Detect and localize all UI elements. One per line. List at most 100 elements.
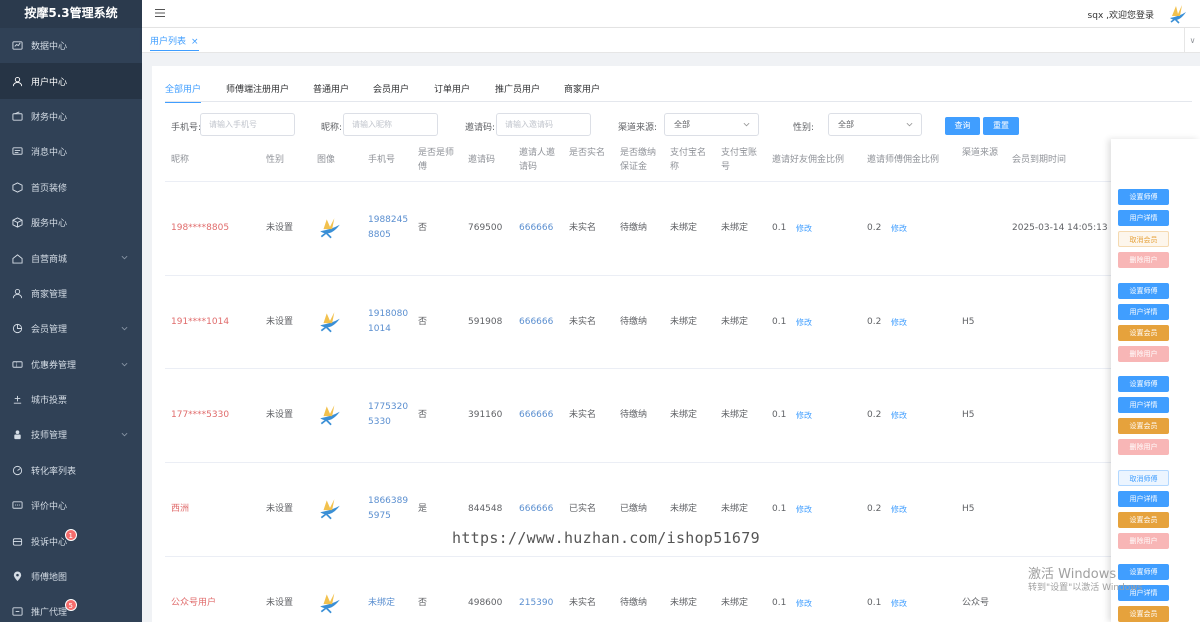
phone-cell[interactable]: 1988245 bbox=[368, 213, 408, 227]
edit-master-rate-link[interactable]: 修改 bbox=[891, 316, 907, 330]
action-button[interactable]: 设置会员 bbox=[1118, 325, 1169, 341]
sidebar-item-13[interactable]: 评价中心 bbox=[0, 488, 142, 523]
action-button[interactable]: 设置师傅 bbox=[1118, 376, 1169, 392]
edit-friend-rate-link[interactable]: 修改 bbox=[796, 503, 812, 517]
sidebar-item-11[interactable]: 技师管理 bbox=[0, 417, 142, 452]
edit-friend-rate-link[interactable]: 修改 bbox=[796, 316, 812, 330]
tab-user-type-0[interactable]: 全部用户 bbox=[165, 82, 202, 103]
edit-friend-rate-link[interactable]: 修改 bbox=[796, 597, 812, 611]
column-header-6: 邀请人邀请码 bbox=[519, 148, 556, 172]
sidebar-item-8[interactable]: 会员管理 bbox=[0, 311, 142, 346]
cube-icon bbox=[11, 217, 23, 229]
row-divider bbox=[165, 275, 1111, 276]
sidebar-item-label: 投诉中心 bbox=[31, 537, 68, 548]
edit-master-rate-link[interactable]: 修改 bbox=[891, 597, 907, 611]
edit-master-rate-link[interactable]: 修改 bbox=[891, 409, 907, 423]
invite-code-input[interactable]: 请输入邀请码 bbox=[496, 113, 591, 136]
sidebar-item-label: 财务中心 bbox=[31, 112, 68, 123]
edit-friend-rate-link[interactable]: 修改 bbox=[796, 409, 812, 423]
sidebar-item-9[interactable]: 优惠券管理 bbox=[0, 347, 142, 382]
sidebar-item-1[interactable]: 用户中心 bbox=[0, 63, 142, 99]
sidebar-item-label: 转化率列表 bbox=[31, 466, 77, 477]
box-icon bbox=[11, 181, 23, 193]
sidebar-item-2[interactable]: 财务中心 bbox=[0, 99, 142, 134]
hamburger-icon[interactable] bbox=[154, 7, 166, 19]
user-avatar-image bbox=[320, 312, 340, 333]
action-button[interactable]: 用户详情 bbox=[1118, 491, 1169, 507]
column-header-3: 手机号 bbox=[368, 155, 396, 165]
sidebar-item-16[interactable]: 推广代理 5 bbox=[0, 594, 142, 622]
inviter-code-cell[interactable]: 666666 bbox=[519, 502, 553, 516]
phone-cell[interactable]: 未绑定 bbox=[368, 596, 395, 610]
sidebar-item-0[interactable]: 数据中心 bbox=[0, 28, 142, 63]
action-button[interactable]: 设置师傅 bbox=[1118, 283, 1169, 299]
action-button[interactable]: 设置师傅 bbox=[1118, 189, 1169, 205]
tab-user-type-5[interactable]: 推广员用户 bbox=[495, 82, 540, 101]
inviter-code-cell[interactable]: 215390 bbox=[519, 596, 553, 610]
reset-button[interactable]: 重置 bbox=[983, 117, 1019, 135]
edit-master-rate-link[interactable]: 修改 bbox=[891, 222, 907, 236]
welcome-text: sqx ,欢迎您登录 bbox=[1087, 11, 1154, 21]
is-master-cell: 否 bbox=[418, 410, 428, 420]
action-button[interactable]: 设置会员 bbox=[1118, 606, 1169, 622]
action-button[interactable]: 设置会员 bbox=[1118, 512, 1169, 528]
inviter-code-cell[interactable]: 666666 bbox=[519, 221, 553, 235]
edit-friend-rate-link[interactable]: 修改 bbox=[796, 222, 812, 236]
sidebar-item-12[interactable]: 转化率列表 bbox=[0, 453, 142, 488]
sidebar-item-4[interactable]: 首页装修 bbox=[0, 170, 142, 205]
sidebar-item-5[interactable]: 服务中心 bbox=[0, 205, 142, 240]
tab-user-type-4[interactable]: 订单用户 bbox=[434, 82, 470, 101]
action-button[interactable]: 删除用户 bbox=[1118, 439, 1169, 455]
action-button[interactable]: 用户详情 bbox=[1118, 304, 1169, 320]
tab-user-type-2[interactable]: 普通用户 bbox=[313, 82, 349, 101]
action-button[interactable]: 删除用户 bbox=[1118, 346, 1169, 362]
invite-code-label: 邀请码: bbox=[465, 123, 496, 133]
chevron-down-icon bbox=[121, 256, 128, 260]
sidebar-item-label: 自营商城 bbox=[31, 254, 68, 265]
chevron-down-icon[interactable]: ∨ bbox=[1184, 28, 1200, 53]
invite-code-cell: 591908 bbox=[468, 317, 503, 327]
sidebar-item-6[interactable]: 自营商城 bbox=[0, 240, 142, 275]
channel-select[interactable]: 全部 bbox=[664, 113, 759, 136]
phone-cell[interactable]: 1866389 bbox=[368, 494, 408, 508]
avatar[interactable] bbox=[1166, 2, 1190, 26]
sidebar-item-7[interactable]: 商家管理 bbox=[0, 276, 142, 311]
column-header-13: 渠道来源 bbox=[962, 148, 999, 158]
row-divider bbox=[165, 556, 1111, 557]
phone-input[interactable]: 请输入手机号 bbox=[200, 113, 295, 136]
action-button[interactable]: 删除用户 bbox=[1118, 252, 1169, 268]
gender-select[interactable]: 全部 bbox=[828, 113, 922, 136]
complaint-icon bbox=[11, 535, 23, 547]
phone-cell[interactable]: 1918080 bbox=[368, 307, 408, 321]
row-divider bbox=[165, 368, 1111, 369]
tab-user-type-3[interactable]: 会员用户 bbox=[373, 82, 409, 101]
action-button[interactable]: 删除用户 bbox=[1118, 533, 1169, 549]
alipay-account-cell: 未绑定 bbox=[721, 223, 749, 233]
phone-cell-cont[interactable]: 5330 bbox=[368, 415, 391, 429]
nickname-input[interactable]: 请输入昵称 bbox=[343, 113, 438, 136]
phone-cell-cont[interactable]: 5975 bbox=[368, 509, 391, 523]
sidebar-item-15[interactable]: 师傅地图 bbox=[0, 559, 142, 594]
inviter-code-cell[interactable]: 666666 bbox=[519, 408, 553, 422]
action-button[interactable]: 用户详情 bbox=[1118, 210, 1169, 226]
action-button[interactable]: 用户详情 bbox=[1118, 397, 1169, 413]
sidebar-item-10[interactable]: 城市投票 bbox=[0, 382, 142, 417]
phone-cell-cont[interactable]: 1014 bbox=[368, 322, 391, 336]
is-master-cell: 否 bbox=[418, 317, 428, 327]
sidebar-item-14[interactable]: 投诉中心 1 bbox=[0, 523, 142, 558]
query-button[interactable]: 查询 bbox=[945, 117, 980, 135]
close-icon[interactable]: × bbox=[191, 37, 199, 47]
inviter-code-cell[interactable]: 666666 bbox=[519, 315, 553, 329]
edit-master-rate-link[interactable]: 修改 bbox=[891, 503, 907, 517]
action-button[interactable]: 取消师傅 bbox=[1118, 470, 1169, 486]
action-button[interactable]: 取消会员 bbox=[1118, 231, 1169, 247]
column-header-0: 昵称 bbox=[171, 155, 190, 165]
action-button[interactable]: 设置师傅 bbox=[1118, 564, 1169, 580]
tab-user-type-6[interactable]: 商家用户 bbox=[564, 82, 600, 101]
phone-cell[interactable]: 1775320 bbox=[368, 400, 408, 414]
sidebar-item-3[interactable]: 消息中心 bbox=[0, 134, 142, 169]
tab-user-type-1[interactable]: 师傅端注册用户 bbox=[226, 82, 289, 101]
action-button[interactable]: 设置会员 bbox=[1118, 418, 1169, 434]
tab-user-list[interactable]: 用户列表 × bbox=[150, 34, 199, 51]
phone-cell-cont[interactable]: 8805 bbox=[368, 228, 391, 242]
